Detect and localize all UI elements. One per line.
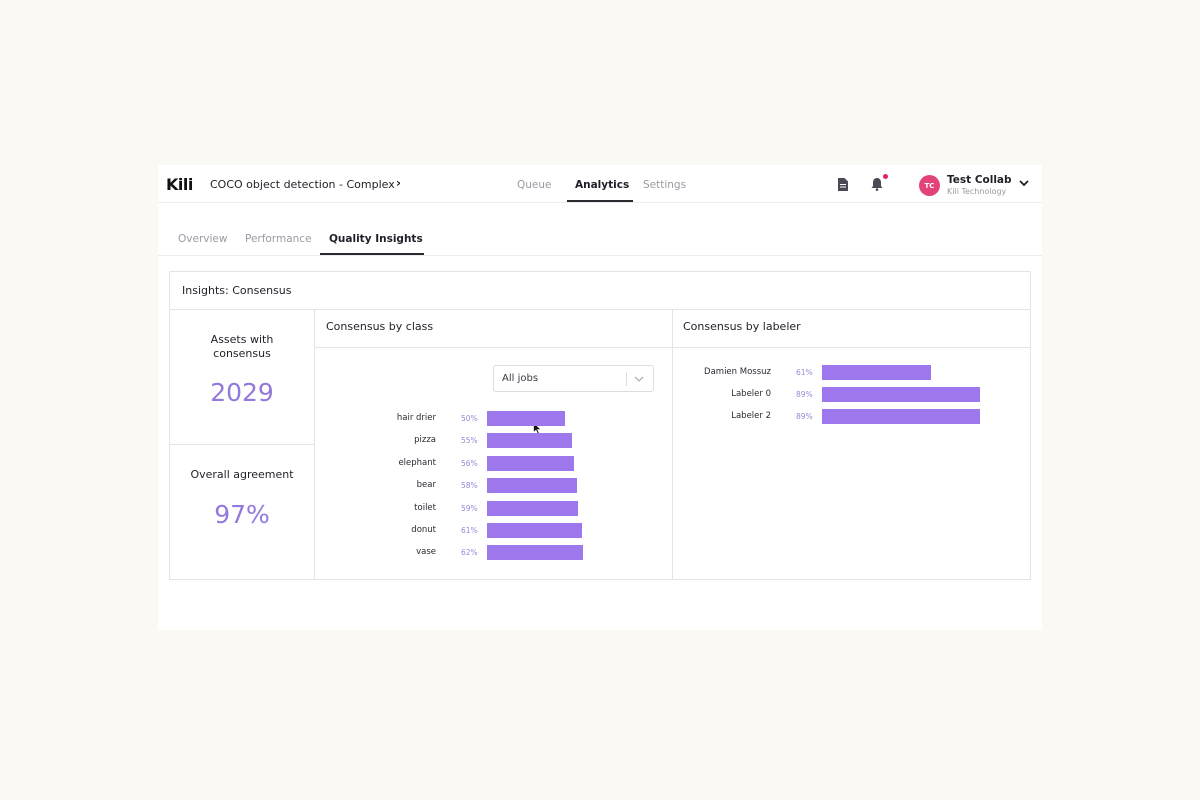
project-title[interactable]: COCO object detection - Complex (210, 178, 395, 191)
divider (158, 255, 1042, 256)
bar-value-label: 58% (461, 481, 478, 491)
divider (170, 444, 314, 445)
bar-value-label: 56% (461, 458, 478, 468)
consensus-insights-card: Insights: Consensus Assets with consensu… (169, 271, 1031, 580)
chevron-right-icon[interactable]: › (396, 176, 401, 190)
chevron-down-icon[interactable] (634, 376, 644, 383)
kili-logo[interactable]: Kili (166, 175, 193, 194)
nav-tab-analytics[interactable]: Analytics (575, 179, 629, 191)
bar-value-label: 50% (461, 414, 478, 423)
bar-label: Labeler 2 (731, 411, 771, 422)
bar[interactable] (487, 523, 582, 538)
top-bar: Kili COCO object detection - Complex › Q… (158, 165, 1042, 203)
bar-label: Labeler 0 (731, 389, 771, 400)
jobs-select-value: All jobs (502, 373, 539, 384)
bar[interactable] (487, 478, 577, 494)
app-window: Kili COCO object detection - Complex › Q… (158, 165, 1042, 630)
bar-value-label: 59% (461, 503, 478, 513)
active-tab-indicator (567, 200, 633, 202)
assets-consensus-value: 2029 (210, 378, 274, 407)
bar[interactable] (487, 433, 572, 449)
bar-value-label: 61% (461, 526, 478, 535)
tab-performance[interactable]: Performance (245, 233, 312, 245)
bar[interactable] (487, 500, 578, 516)
bar[interactable] (487, 455, 574, 471)
assets-consensus-label: Assets with consensus (210, 333, 274, 360)
bar-label: bear (416, 480, 436, 491)
document-icon[interactable] (838, 178, 848, 191)
bar[interactable] (822, 409, 980, 425)
consensus-by-labeler-title: Consensus by labeler (683, 320, 801, 333)
bell-icon[interactable] (871, 177, 883, 191)
notification-dot (883, 174, 888, 179)
bar-value-label: 62% (461, 548, 478, 558)
consensus-by-class-title: Consensus by class (326, 320, 434, 333)
bar-label: Damien Mossuz (704, 367, 771, 377)
bar-value-label: 55% (461, 436, 478, 446)
overall-agreement-value: 97% (214, 500, 270, 529)
divider (315, 347, 1030, 348)
tab-overview[interactable]: Overview (178, 233, 227, 245)
bar[interactable] (487, 411, 565, 426)
avatar[interactable]: TC (919, 175, 940, 196)
bar[interactable] (487, 545, 583, 561)
user-organization: Kili Technology (947, 187, 1007, 196)
bar-label: toilet (414, 502, 436, 513)
divider (626, 372, 627, 386)
bar-value-label: 89% (796, 412, 813, 422)
bar-label: vase (416, 547, 436, 558)
bar-label: pizza (414, 435, 436, 446)
divider (170, 309, 1030, 310)
jobs-select[interactable]: All jobs (493, 365, 654, 392)
bar-label: elephant (398, 457, 436, 468)
chevron-down-icon[interactable] (1019, 180, 1029, 187)
bar[interactable] (822, 387, 980, 403)
card-title: Insights: Consensus (182, 284, 292, 297)
bar-value-label: 89% (796, 390, 813, 400)
divider (672, 310, 673, 580)
nav-tab-queue[interactable]: Queue (517, 179, 552, 191)
bar[interactable] (822, 365, 931, 380)
overall-agreement-label: Overall agreement (190, 468, 294, 481)
bar-label: hair drier (396, 413, 436, 423)
tab-quality-insights[interactable]: Quality Insights (329, 233, 423, 245)
bar-value-label: 61% (796, 368, 813, 377)
nav-tab-settings[interactable]: Settings (643, 179, 686, 191)
bar-label: donut (411, 525, 436, 535)
user-name[interactable]: Test Collab (947, 174, 1012, 186)
